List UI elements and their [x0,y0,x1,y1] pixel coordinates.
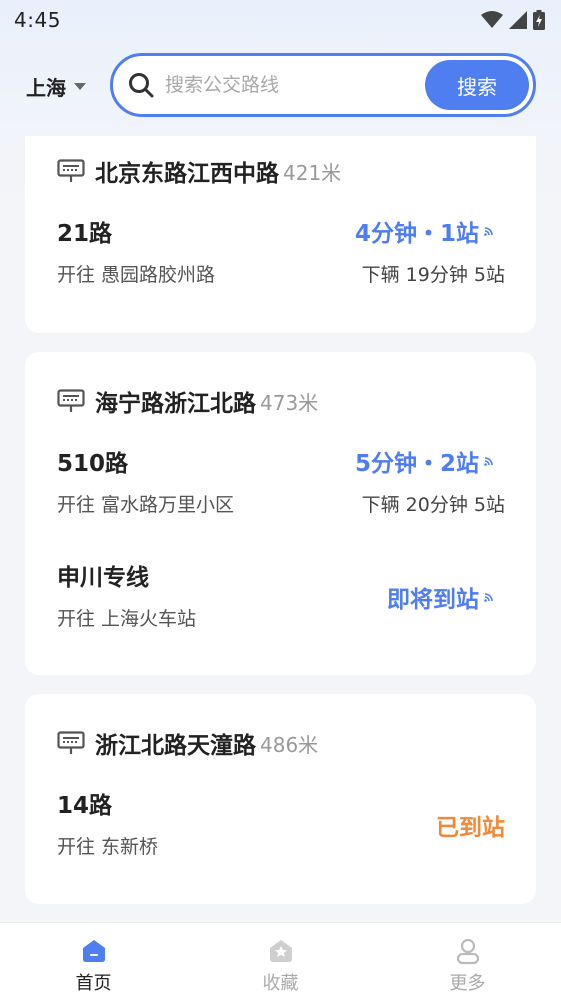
route-name: 申川专线 [57,565,149,591]
route-row[interactable]: 14路 开往 东新桥 已到站 [57,786,505,876]
stop-distance: 486米 [260,732,319,757]
stop-list[interactable]: 北京东路江西中路 421米 21路 开往 愚园路胶州路 4分钟・1站 下辆 19… [0,136,561,922]
battery-icon [533,10,545,30]
bus-stop-sign-icon [57,389,85,412]
stop-distance: 421米 [283,160,342,185]
cellular-signal-icon [509,11,527,29]
route-next-bus: 下辆 20分钟 5站 [361,494,505,516]
tab-label: 收藏 [262,973,299,994]
route-eta: 即将到站 [387,580,495,614]
route-eta: 4分钟・1站 [355,214,495,248]
route-name: 21路 [57,221,113,247]
stop-card[interactable]: 海宁路浙江北路 473米 510路 开往 富水路万里小区 5分钟・2站 下辆 2… [25,352,536,675]
route-eta-text: 4分钟・1站 [354,221,479,247]
search-input[interactable] [165,74,415,96]
search-box[interactable]: 搜索 [110,53,536,117]
stop-distance: 473米 [260,390,319,415]
route-row[interactable]: 510路 开往 富水路万里小区 5分钟・2站 下辆 20分钟 5站 [57,444,505,534]
tab-label: 更多 [449,973,486,994]
user-icon [456,938,479,965]
route-name: 14路 [57,793,113,819]
route-eta-text: 即将到站 [387,587,479,613]
route-eta: 已到站 [436,808,505,842]
caret-down-icon [74,82,86,90]
tab-more[interactable]: 更多 [374,923,561,999]
stop-header: 浙江北路天潼路 486米 [57,726,318,760]
stop-name: 海宁路浙江北路 [95,391,256,417]
city-selector[interactable]: 上海 [26,72,106,101]
stop-name: 北京东路江西中路 [95,161,279,187]
tab-home[interactable]: 首页 [0,923,187,999]
route-destination: 开往 愚园路胶州路 [57,264,216,286]
realtime-signal-icon [484,227,493,236]
bottom-tab-bar: 首页 收藏 更多 [0,922,561,999]
status-time: 4:45 [14,8,61,32]
stop-header: 北京东路江西中路 421米 [57,154,341,188]
route-destination: 开往 上海火车站 [57,608,197,630]
home-icon [82,940,105,962]
route-eta-text: 已到站 [436,815,505,841]
route-eta: 5分钟・2站 [355,444,495,478]
route-destination: 开往 富水路万里小区 [57,494,235,516]
star-icon [269,940,292,962]
route-row[interactable]: 申川专线 开往 上海火车站 即将到站 [57,558,505,648]
tab-label: 首页 [75,973,112,994]
tab-favorites[interactable]: 收藏 [187,923,374,999]
stop-name: 浙江北路天潼路 [95,733,256,759]
route-next-bus: 下辆 19分钟 5站 [361,264,505,286]
search-icon [129,73,154,98]
bus-stop-sign-icon [57,731,85,754]
realtime-signal-icon [484,593,493,602]
bus-stop-sign-icon [57,159,85,182]
realtime-signal-icon [484,457,493,466]
stop-card[interactable]: 浙江北路天潼路 486米 14路 开往 东新桥 已到站 [25,694,536,904]
header: 上海 搜索 [0,52,561,120]
route-name: 510路 [57,451,129,477]
route-eta-text: 5分钟・2站 [354,451,479,477]
status-bar: 4:45 [0,0,561,40]
city-label: 上海 [26,75,66,100]
stop-card[interactable]: 北京东路江西中路 421米 21路 开往 愚园路胶州路 4分钟・1站 下辆 19… [25,136,536,333]
route-destination: 开往 东新桥 [57,836,159,858]
route-row[interactable]: 21路 开往 愚园路胶州路 4分钟・1站 下辆 19分钟 5站 [57,214,505,304]
status-icons [481,10,545,30]
search-button[interactable]: 搜索 [425,60,529,110]
wifi-icon [481,11,503,28]
stop-header: 海宁路浙江北路 473米 [57,384,318,418]
